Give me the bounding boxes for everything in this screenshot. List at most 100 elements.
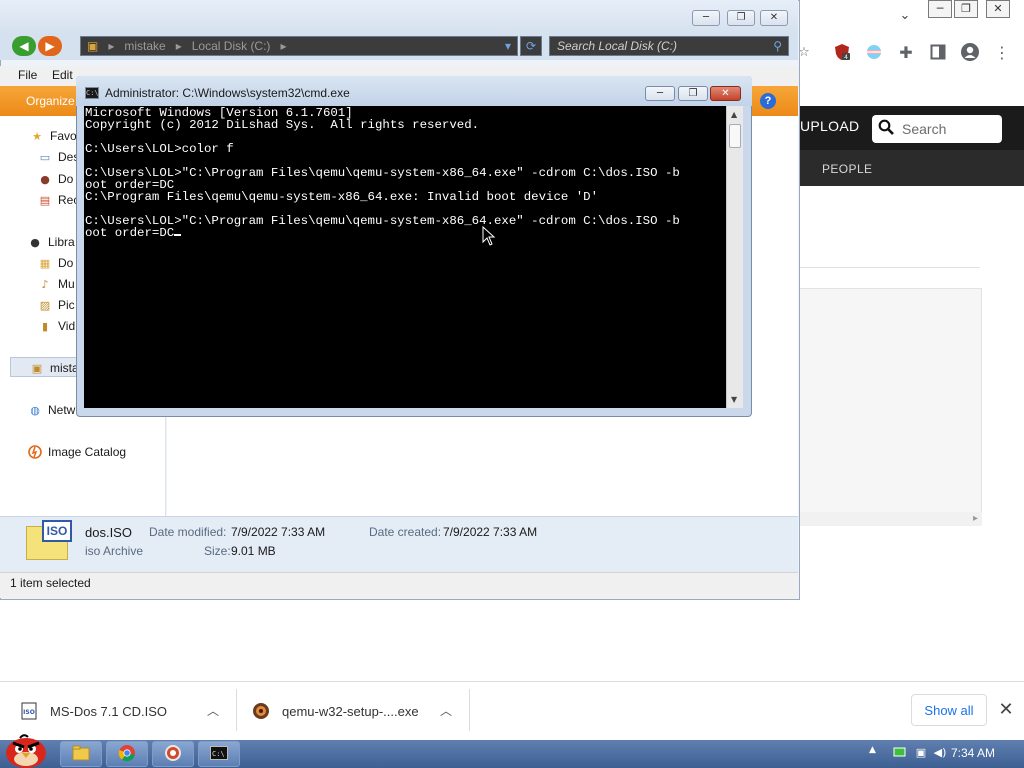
volume-icon[interactable]: ◀) [933, 746, 947, 760]
breadcrumb-separator: ▸ [108, 39, 115, 53]
sidebar-item-videos[interactable]: ▮ Vid [38, 319, 75, 333]
sidebar-network[interactable]: ◍ Netw [28, 403, 75, 417]
status-bar [0, 572, 798, 598]
sidebar-item-label: Libra [48, 235, 75, 249]
cmd-vertical-scrollbar[interactable]: ▲ ▼ [726, 106, 743, 408]
taskbar-explorer-button[interactable] [60, 741, 102, 767]
videos-icon: ▮ [41, 319, 49, 333]
extension-pride-icon[interactable] [864, 42, 884, 62]
console-line-text: oot order=DC [85, 226, 175, 240]
explorer-close-button[interactable]: ✕ [760, 10, 788, 26]
cmd-minimize-button[interactable]: ─ [645, 86, 675, 101]
sidebar-item-music[interactable]: ♪ Mu [38, 277, 74, 291]
scrollbar-thumb[interactable] [729, 124, 741, 148]
profile-avatar-icon[interactable] [960, 42, 980, 62]
start-button[interactable] [2, 731, 50, 768]
desktop-icon: ▭ [39, 150, 51, 164]
help-icon[interactable]: ? [760, 93, 776, 109]
tab-search-chevron-icon[interactable]: ⌄ [896, 8, 914, 26]
svg-text:C:\: C:\ [212, 750, 225, 758]
console-line: C:\Users\LOL>color f [85, 142, 234, 156]
exe-file-icon [252, 702, 270, 720]
download-options-chevron-icon[interactable]: ︿ [207, 702, 219, 719]
sidebar-item-downloads[interactable]: ● Do [38, 172, 73, 186]
qemu-icon [164, 744, 182, 765]
download-options-chevron-icon[interactable]: ︿ [440, 702, 452, 719]
details-date-modified-label: Date modified: [149, 525, 227, 539]
show-hidden-icons-chevron-icon[interactable]: ▲ [869, 745, 876, 755]
taskbar-cmd-button[interactable]: C:\ [198, 741, 240, 767]
sidebar-image-catalog[interactable]: Image Catalog [28, 445, 126, 459]
cmd-app-icon[interactable]: C:\ [85, 87, 99, 99]
sidebar-item-mistake[interactable]: ▣ mista [30, 361, 79, 375]
breadcrumb-separator: ▸ [175, 39, 182, 53]
console-line: Copyright (c) 2012 DiLshad Sys. All righ… [85, 118, 480, 132]
show-all-downloads-button[interactable]: Show all [911, 694, 987, 726]
explorer-maximize-button[interactable]: ❐ [727, 10, 755, 26]
taskbar-clock[interactable]: 7:34 AM [951, 746, 995, 760]
sidebar-item-documents[interactable]: ▦ Do [38, 256, 74, 270]
sidebar-item-pictures[interactable]: ▨ Pic [38, 298, 75, 312]
scroll-down-icon[interactable]: ▼ [731, 395, 737, 404]
site-nav-people[interactable]: PEOPLE [822, 162, 872, 176]
sidebar-libraries[interactable]: ● Libra [28, 235, 75, 249]
chrome-restore-button[interactable]: ❐ [954, 0, 978, 18]
download-item[interactable]: qemu-w32-setup-....exe [252, 700, 419, 722]
sidebar-item-label: Netw [48, 403, 76, 417]
address-bar[interactable]: ▣ ▸ mistake ▸ Local Disk (C:) ▸ ▾ [80, 36, 518, 56]
divider [236, 689, 237, 731]
details-file-name: dos.ISO [85, 525, 132, 540]
site-search-placeholder: Search [902, 121, 947, 137]
chrome-minimize-button[interactable]: ─ [928, 0, 952, 18]
chrome-menu-icon[interactable]: ⋮ [992, 42, 1012, 62]
explorer-minimize-button[interactable]: ─ [692, 10, 720, 26]
address-dropdown-icon[interactable]: ▾ [505, 39, 511, 53]
chrome-close-button[interactable]: ✕ [986, 0, 1010, 18]
scroll-right-icon[interactable]: ▸ [973, 513, 978, 524]
details-date-modified: 7/9/2022 7:33 AM [231, 525, 326, 539]
breadcrumb-item[interactable]: Local Disk (C:) [192, 39, 271, 53]
svg-text:ISO: ISO [23, 709, 35, 716]
console-prompt-line: oot order=DC [85, 226, 182, 240]
sidebar-item-label: Favo [50, 129, 77, 143]
refresh-icon[interactable]: ⟳ [520, 36, 542, 56]
forward-button[interactable]: ▶ [38, 36, 62, 56]
documents-icon: ▦ [39, 256, 51, 270]
details-date-created-label: Date created: [369, 525, 442, 539]
sidebar-item-label: Pic [58, 298, 75, 312]
download-item[interactable]: ISO MS-Dos 7.1 CD.ISO [20, 700, 167, 722]
cmd-close-button[interactable]: ✕ [710, 86, 741, 101]
divider [800, 267, 980, 268]
organize-button[interactable]: Organize [26, 94, 75, 108]
cmd-maximize-button[interactable]: ❐ [678, 86, 708, 101]
folder-icon: ▣ [87, 39, 99, 53]
sidebar-item-recent[interactable]: ▤ Rec [38, 193, 80, 207]
search-icon [878, 119, 896, 140]
breadcrumb-item[interactable]: mistake [124, 39, 165, 53]
menu-file[interactable]: File [18, 68, 37, 82]
battery-icon[interactable] [893, 746, 907, 760]
side-panel-icon[interactable] [928, 42, 948, 62]
site-search-box[interactable]: Search [872, 115, 1002, 143]
extension-ublock-icon[interactable]: 4 [832, 42, 852, 62]
menu-edit[interactable]: Edit [52, 68, 73, 82]
explorer-titlebar [0, 0, 798, 34]
extensions-puzzle-icon[interactable]: ✚ [896, 42, 916, 62]
explorer-search-input[interactable]: Search Local Disk (C:) ⚲ [549, 36, 789, 56]
network-icon[interactable]: ▣ [914, 746, 928, 760]
svg-text:4: 4 [844, 54, 848, 61]
back-button[interactable]: ◀ [12, 36, 36, 56]
close-icon[interactable]: ✕ [996, 699, 1016, 720]
image-catalog-icon [28, 445, 42, 459]
sidebar-item-desktop[interactable]: ▭ Des [38, 150, 80, 164]
star-icon: ★ [32, 129, 42, 143]
sidebar-favorites[interactable]: ★ Favo [30, 129, 77, 143]
details-size: 9.01 MB [231, 544, 276, 558]
taskbar-qemu-button[interactable] [152, 741, 194, 767]
scroll-up-icon[interactable]: ▲ [731, 110, 737, 119]
taskbar-chrome-button[interactable] [106, 741, 148, 767]
search-icon: ⚲ [773, 39, 782, 53]
chrome-icon [118, 744, 136, 765]
site-upload-link[interactable]: UPLOAD [800, 118, 859, 134]
site-horizontal-scrollbar[interactable]: ▸ [790, 512, 982, 526]
